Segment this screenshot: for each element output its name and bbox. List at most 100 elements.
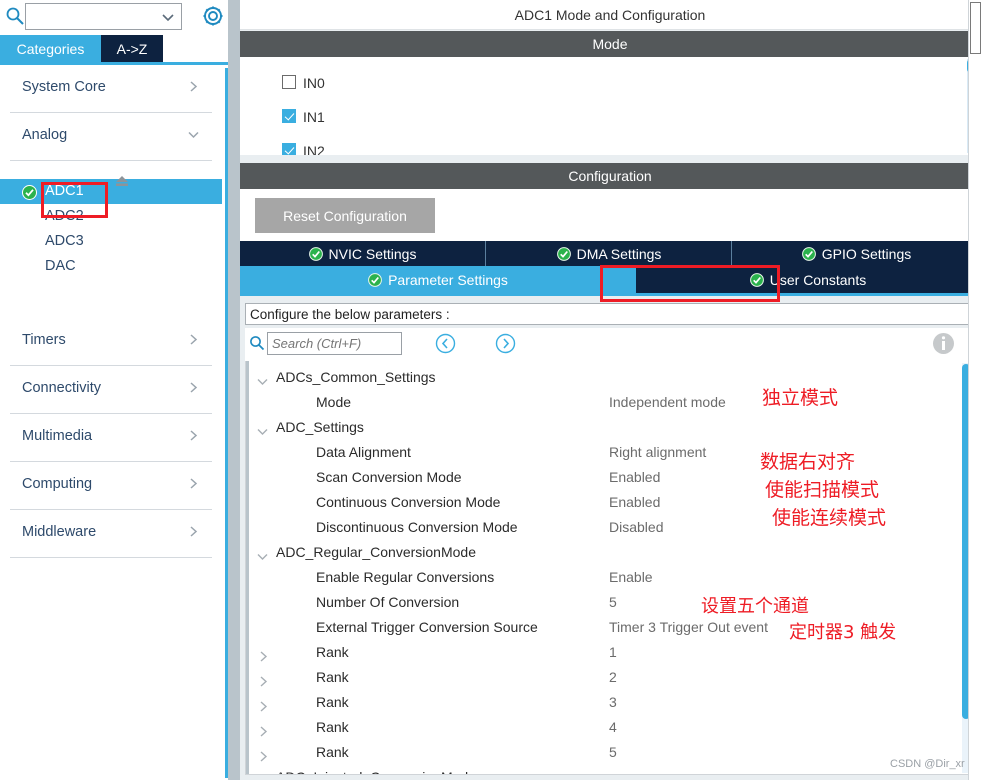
parameter-tree[interactable]: ADCs_Common_Settings Mode Independent mo…	[245, 361, 975, 775]
tree-row-value: Timer 3 Trigger Out event	[609, 619, 768, 635]
config-tabs-underline	[240, 293, 980, 296]
tab-a-to-z[interactable]: A->Z	[101, 35, 163, 64]
green-check-icon	[368, 272, 382, 287]
tree-row-name: ADC_Settings	[276, 419, 364, 435]
chevron-right-icon	[187, 525, 200, 538]
tree-row[interactable]: Number Of Conversion 5	[246, 590, 974, 615]
chevron-right-icon[interactable]	[256, 771, 269, 774]
chevron-down-icon[interactable]	[256, 421, 269, 435]
tree-row[interactable]: ADCs_Common_Settings	[246, 365, 974, 390]
sidebar-item-computing[interactable]: Computing	[10, 462, 212, 510]
config-tabs-row-1: NVIC Settings DMA Settings GPIO Settings	[240, 241, 980, 266]
tree-row[interactable]: ADC_Injected_ConversionMode	[246, 765, 974, 774]
sidebar-item-label: Computing	[22, 476, 93, 492]
tree-row-value: 4	[609, 719, 617, 735]
sidebar-item-label: Timers	[22, 332, 66, 348]
sidebar-category-list: System Core Analog ADC1 ADC2 ADC3 DAC Ti…	[0, 65, 222, 780]
tree-row-name: Rank	[316, 719, 349, 735]
configure-note: Configure the below parameters :	[245, 303, 975, 325]
component-sidebar: Categories A->Z System Core Analog ADC1 …	[0, 0, 228, 780]
sidebar-item-adc1[interactable]: ADC1	[0, 179, 222, 204]
tree-row[interactable]: ADC_Settings	[246, 415, 974, 440]
chevron-right-icon	[187, 477, 200, 490]
sidebar-item-dac[interactable]: DAC	[0, 254, 222, 279]
tree-row-value: 1	[609, 644, 617, 660]
tree-row[interactable]: ADC_Regular_ConversionMode	[246, 540, 974, 565]
tab-label: Parameter Settings	[388, 271, 508, 288]
chevron-right-icon[interactable]	[257, 671, 270, 687]
tab-label: DMA Settings	[576, 245, 662, 262]
tree-row[interactable]: Enable Regular Conversions Enable	[246, 565, 974, 590]
tab-user-constants[interactable]: User Constants	[636, 266, 980, 293]
tree-row-name: Mode	[316, 394, 352, 410]
tree-row-name: Scan Conversion Mode	[316, 469, 462, 485]
config-tabs-row-2: Parameter Settings User Constants	[240, 266, 980, 293]
chevron-right-icon[interactable]	[257, 746, 270, 762]
annotation-text: 数据右对齐	[760, 451, 856, 473]
info-icon[interactable]	[932, 332, 955, 355]
chevron-right-icon[interactable]	[257, 646, 270, 662]
mode-section-header: Mode	[240, 31, 980, 57]
tree-row-value: 5	[609, 594, 617, 610]
tree-row[interactable]: Rank 5	[246, 740, 974, 765]
sidebar-item-label: Middleware	[22, 524, 97, 540]
chevron-down-icon[interactable]	[256, 371, 269, 385]
tree-row-value: Right alignment	[609, 444, 707, 460]
checkbox-icon[interactable]	[282, 143, 296, 155]
sidebar-search-input[interactable]	[30, 7, 156, 26]
tree-row[interactable]: Rank 4	[246, 715, 974, 740]
panel-divider[interactable]	[228, 0, 240, 780]
green-check-icon	[801, 246, 816, 261]
checkbox-icon[interactable]	[282, 109, 296, 123]
sidebar-item-connectivity[interactable]: Connectivity	[10, 366, 212, 414]
window-scrollbar-thumb[interactable]	[970, 2, 981, 54]
tab-gpio-settings[interactable]: GPIO Settings	[733, 241, 980, 266]
tab-parameter-settings[interactable]: Parameter Settings	[240, 266, 636, 293]
sidebar-item-timers[interactable]: Timers	[10, 318, 212, 366]
sidebar-item-adc2[interactable]: ADC2	[0, 204, 222, 229]
chevron-right-icon	[187, 80, 200, 93]
tab-nvic-settings[interactable]: NVIC Settings	[240, 241, 486, 266]
sidebar-item-analog[interactable]: Analog	[10, 113, 212, 161]
tree-row-value: 3	[609, 694, 617, 710]
chevron-down-icon[interactable]	[161, 10, 175, 24]
search-previous-icon[interactable]	[435, 333, 456, 354]
tree-row[interactable]: Mode Independent mode	[246, 390, 974, 415]
page-title: ADC1 Mode and Configuration	[240, 0, 980, 30]
tab-categories[interactable]: Categories	[0, 35, 101, 64]
chevron-right-icon[interactable]	[257, 721, 270, 737]
tree-row-value: Disabled	[609, 519, 664, 535]
sidebar-item-label: ADC1	[45, 183, 84, 199]
configuration-section-header: Configuration	[240, 163, 980, 189]
chevron-right-icon[interactable]	[257, 696, 270, 712]
tree-row[interactable]: Rank 3	[246, 690, 974, 715]
gear-icon[interactable]	[200, 3, 226, 29]
tab-label: User Constants	[769, 271, 867, 288]
tree-row[interactable]: Rank 2	[246, 665, 974, 690]
checkbox-icon[interactable]	[282, 75, 296, 89]
green-check-icon	[308, 246, 323, 261]
sidebar-item-system-core[interactable]: System Core	[10, 65, 212, 113]
annotation-text: 使能连续模式	[772, 507, 887, 529]
tree-row-value: 2	[609, 669, 617, 685]
sidebar-item-middleware[interactable]: Middleware	[10, 510, 212, 558]
sidebar-item-adc3[interactable]: ADC3	[0, 229, 222, 254]
search-next-icon[interactable]	[495, 333, 516, 354]
chevron-down-icon[interactable]	[256, 546, 269, 560]
configuration-panel: ADC1 Mode and Configuration Mode IN0 IN1…	[240, 0, 983, 780]
annotation-text: 定时器3 触发	[789, 622, 897, 643]
tree-row-name: ADC_Regular_ConversionMode	[276, 544, 476, 560]
tree-row-name: ADCs_Common_Settings	[276, 369, 436, 385]
tree-row-value: Enabled	[609, 494, 661, 510]
tree-row-name: Number Of Conversion	[316, 594, 460, 610]
tree-row[interactable]: Data Alignment Right alignment	[246, 440, 974, 465]
reset-configuration-button[interactable]: Reset Configuration	[255, 198, 435, 233]
collapse-handle-icon[interactable]	[115, 174, 129, 186]
tree-row-value: 5	[609, 744, 617, 760]
checkbox-label: IN1	[303, 109, 325, 125]
sidebar-item-multimedia[interactable]: Multimedia	[10, 414, 212, 462]
window-scrollbar-track[interactable]	[968, 0, 983, 780]
sidebar-search-combo[interactable]	[25, 3, 182, 30]
tab-dma-settings[interactable]: DMA Settings	[487, 241, 732, 266]
parameter-search-input[interactable]	[267, 332, 402, 355]
